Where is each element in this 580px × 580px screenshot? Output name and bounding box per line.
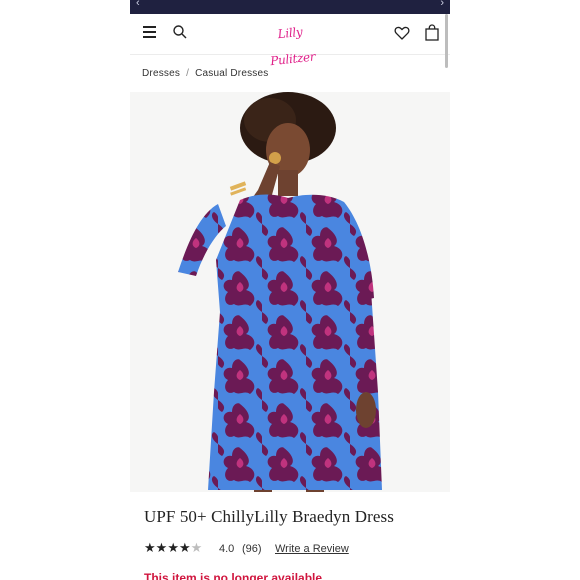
star-rating[interactable]: ★★★★★: [144, 541, 202, 555]
write-review-link[interactable]: Write a Review: [275, 543, 349, 555]
availability-message: This item is no longer available: [144, 571, 323, 580]
breadcrumb-item-casual-dresses[interactable]: Casual Dresses: [195, 68, 268, 79]
product-title: UPF 50+ ChillyLilly Braedyn Dress: [144, 507, 394, 526]
breadcrumb-separator: /: [186, 68, 190, 79]
chevron-left-icon[interactable]: ‹: [136, 0, 140, 9]
promo-banner[interactable]: ‹ ›: [130, 0, 450, 14]
model-photo: [178, 92, 382, 496]
star-empty-icon: ★: [190, 540, 203, 555]
brand-logo[interactable]: Lilly Pulitzer: [259, 17, 321, 68]
rating-value: 4.0: [219, 543, 235, 555]
right-margin: [450, 0, 580, 580]
menu-icon[interactable]: [143, 26, 156, 38]
shopping-bag-icon[interactable]: [424, 24, 440, 41]
breadcrumb-item-dresses[interactable]: Dresses: [142, 68, 180, 79]
heart-icon[interactable]: [394, 25, 410, 41]
mobile-page: ‹ › Lilly Pulitzer Dresses / Casual Dresse…: [130, 0, 450, 580]
product-image[interactable]: [130, 92, 450, 496]
search-icon[interactable]: [172, 24, 188, 40]
scrollbar[interactable]: [445, 14, 448, 68]
star-icon: ★: [144, 540, 156, 555]
left-margin: [0, 0, 130, 580]
breadcrumb: Dresses / Casual Dresses: [142, 68, 268, 79]
star-icon: ★: [155, 540, 168, 555]
star-icon: ★: [167, 540, 179, 555]
site-header: Lilly Pulitzer: [130, 14, 450, 68]
review-count[interactable]: (96): [242, 543, 262, 555]
chevron-right-icon[interactable]: ›: [440, 0, 444, 9]
star-icon: ★: [178, 540, 191, 555]
